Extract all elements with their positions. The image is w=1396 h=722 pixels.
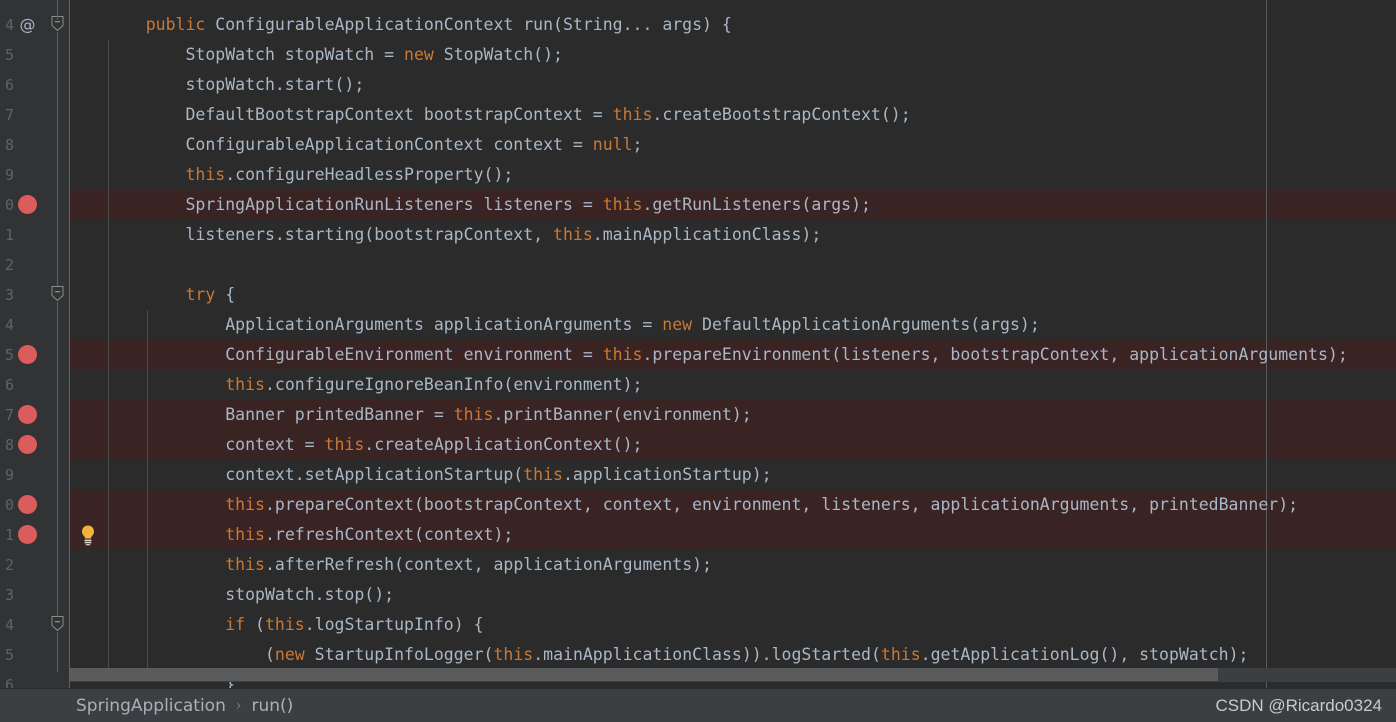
fold-region-line bbox=[57, 32, 58, 286]
code-line: context = this.createApplicationContext(… bbox=[106, 435, 643, 454]
line-number: 5 bbox=[4, 646, 14, 664]
code-line: (new StartupInfoLogger(this.mainApplicat… bbox=[106, 645, 1249, 664]
code-line: try { bbox=[185, 285, 236, 304]
line-number: 1 bbox=[4, 526, 14, 544]
breakpoint-marker[interactable] bbox=[18, 525, 37, 544]
code-line: DefaultBootstrapContext bootstrapContext… bbox=[106, 105, 911, 124]
line-number: 5 bbox=[4, 346, 14, 364]
status-bar: SpringApplication › run() CSDN @Ricardo0… bbox=[0, 688, 1396, 722]
line-number: 3 bbox=[4, 586, 14, 604]
code-line: this.configureHeadlessProperty(); bbox=[185, 165, 514, 184]
code-text-area[interactable]: public ConfigurableApplicationContext ru… bbox=[70, 0, 1396, 688]
line-number: 7 bbox=[4, 106, 14, 124]
code-line: ConfigurableEnvironment environment = th… bbox=[106, 345, 1348, 364]
line-number: 2 bbox=[4, 556, 14, 574]
code-line: this.prepareContext(bootstrapContext, co… bbox=[225, 495, 1299, 514]
code-line: this.refreshContext(context); bbox=[225, 525, 514, 544]
code-line: if (this.logStartupInfo) { bbox=[225, 615, 484, 634]
line-number: 8 bbox=[4, 436, 14, 454]
code-line: ApplicationArguments applicationArgument… bbox=[106, 315, 1040, 334]
line-number: 2 bbox=[4, 256, 14, 274]
breadcrumb-item-class[interactable]: SpringApplication bbox=[76, 696, 226, 716]
breadcrumb-item-method[interactable]: run() bbox=[251, 696, 293, 716]
code-line: SpringApplicationRunListeners listeners … bbox=[106, 195, 871, 214]
code-line: stopWatch.stop(); bbox=[106, 585, 395, 604]
horizontal-scrollbar-track[interactable] bbox=[70, 668, 1396, 682]
code-line: Banner printedBanner = this.printBanner(… bbox=[106, 405, 752, 424]
breakpoint-marker[interactable] bbox=[18, 195, 37, 214]
breakpoint-marker[interactable] bbox=[18, 435, 37, 454]
code-line: StopWatch stopWatch = new StopWatch(); bbox=[106, 45, 563, 64]
code-line: stopWatch.start(); bbox=[106, 75, 365, 94]
line-number: 9 bbox=[4, 466, 14, 484]
breakpoint-marker[interactable] bbox=[18, 345, 37, 364]
line-number: 6 bbox=[4, 376, 14, 394]
chevron-right-icon: › bbox=[235, 698, 242, 714]
line-number: 4 bbox=[4, 616, 14, 634]
line-number: 7 bbox=[4, 406, 14, 424]
code-line: this.afterRefresh(context, applicationAr… bbox=[225, 555, 712, 574]
line-number: 0 bbox=[4, 496, 14, 514]
line-number: 5 bbox=[4, 46, 14, 64]
code-line: ConfigurableApplicationContext context =… bbox=[106, 135, 643, 154]
line-number: 4 bbox=[4, 16, 14, 34]
code-editor[interactable]: 4 5 6 7 8 9 0 1 2 3 4 5 6 7 8 9 0 1 2 3 4 5 6 @ public Configur… bbox=[0, 0, 1396, 688]
fold-region-line bbox=[57, 302, 58, 616]
fold-collapse-icon[interactable] bbox=[51, 616, 64, 632]
line-number: 0 bbox=[4, 196, 14, 214]
fold-region-line bbox=[57, 0, 58, 20]
line-number: 6 bbox=[4, 76, 14, 94]
fold-region-line bbox=[57, 632, 58, 672]
line-number: 1 bbox=[4, 226, 14, 244]
fold-collapse-icon[interactable] bbox=[51, 286, 64, 302]
watermark-label: CSDN @Ricardo0324 bbox=[1215, 696, 1382, 715]
line-number: 9 bbox=[4, 166, 14, 184]
line-number: 4 bbox=[4, 316, 14, 334]
ide-window: 4 5 6 7 8 9 0 1 2 3 4 5 6 7 8 9 0 1 2 3 4 5 6 @ public Configur… bbox=[0, 0, 1396, 722]
code-line: context.setApplicationStartup(this.appli… bbox=[106, 465, 772, 484]
code-line: this.configureIgnoreBeanInfo(environment… bbox=[225, 375, 643, 394]
line-number: 3 bbox=[4, 286, 14, 304]
annotation-marker-icon[interactable]: @ bbox=[18, 15, 37, 34]
editor-gutter[interactable]: 4 5 6 7 8 9 0 1 2 3 4 5 6 7 8 9 0 1 2 3 4 5 6 @ bbox=[0, 0, 94, 688]
code-line: public ConfigurableApplicationContext ru… bbox=[145, 15, 732, 34]
horizontal-scrollbar-thumb[interactable] bbox=[70, 668, 1218, 681]
breadcrumb[interactable]: SpringApplication › run() bbox=[76, 689, 293, 722]
breakpoint-marker[interactable] bbox=[18, 495, 37, 514]
line-number: 8 bbox=[4, 136, 14, 154]
breakpoint-marker[interactable] bbox=[18, 405, 37, 424]
code-line: listeners.starting(bootstrapContext, thi… bbox=[106, 225, 822, 244]
line-number: 6 bbox=[4, 676, 14, 688]
